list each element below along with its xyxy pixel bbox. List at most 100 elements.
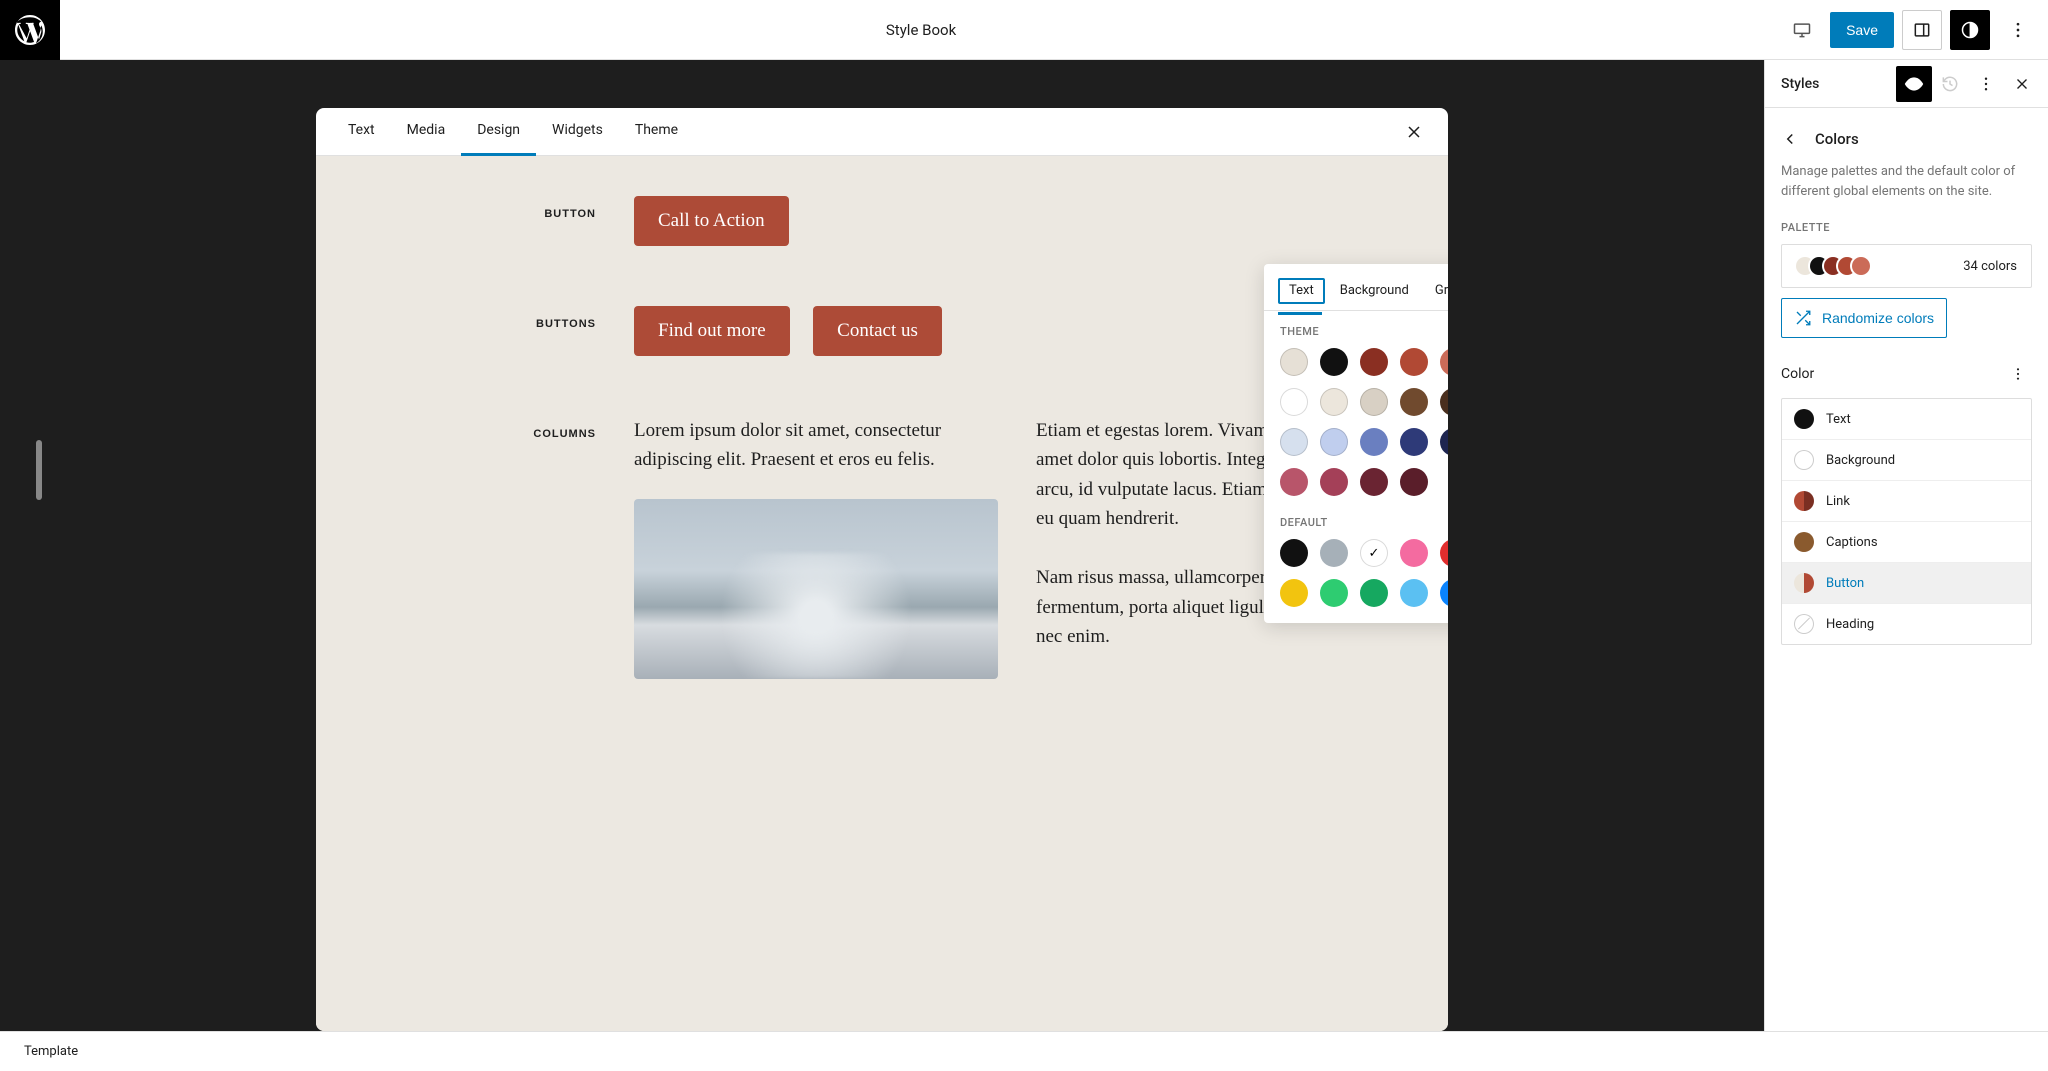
color-swatch[interactable] [1440, 428, 1448, 456]
color-swatch[interactable] [1280, 388, 1308, 416]
color-swatch[interactable] [1280, 348, 1308, 376]
palette-summary[interactable]: 34 colors [1781, 244, 2032, 288]
popover-tab-background[interactable]: Background [1329, 278, 1420, 310]
color-swatch[interactable] [1400, 388, 1428, 416]
color-swatch[interactable] [1400, 468, 1428, 496]
sidebar-more-button[interactable] [1968, 66, 2004, 102]
footer-label: Template [24, 1044, 78, 1059]
color-chip [1794, 532, 1814, 552]
color-swatch[interactable] [1360, 348, 1388, 376]
color-swatch[interactable] [1400, 428, 1428, 456]
tab-design[interactable]: Design [461, 108, 536, 156]
desktop-icon [1792, 20, 1812, 40]
color-item-heading[interactable]: Heading [1782, 604, 2031, 644]
footer-bar: Template [0, 1031, 2048, 1071]
section-label-columns: COLUMNS [364, 416, 634, 679]
color-swatch[interactable] [1280, 428, 1308, 456]
shuffle-icon [1794, 309, 1812, 327]
color-item-button[interactable]: Button [1782, 563, 2031, 604]
color-swatch[interactable] [1400, 579, 1428, 607]
color-swatch[interactable] [1280, 579, 1308, 607]
color-element-list: Text Background Link Captions Button Heading [1781, 398, 2032, 645]
color-swatch[interactable] [1440, 579, 1448, 607]
color-swatch[interactable] [1440, 388, 1448, 416]
color-swatch[interactable] [1320, 388, 1348, 416]
demo-button-contact[interactable]: Contact us [813, 306, 942, 356]
color-item-label: Link [1826, 494, 1850, 509]
color-swatch[interactable] [1360, 388, 1388, 416]
color-chip [1794, 573, 1814, 593]
color-swatch[interactable] [1320, 539, 1348, 567]
color-swatch[interactable] [1280, 539, 1308, 567]
color-chip [1794, 491, 1814, 511]
tab-text[interactable]: Text [332, 108, 391, 156]
color-swatch[interactable] [1320, 348, 1348, 376]
color-swatch[interactable] [1440, 348, 1448, 376]
close-icon [2013, 75, 2031, 93]
more-menu-button[interactable] [1998, 10, 2038, 50]
tab-theme[interactable]: Theme [619, 108, 694, 156]
color-chip [1794, 409, 1814, 429]
device-preview-button[interactable] [1782, 10, 1822, 50]
close-stylebook-button[interactable] [1396, 114, 1432, 150]
color-swatch[interactable] [1320, 579, 1348, 607]
section-label-buttons: BUTTONS [364, 306, 634, 356]
popover-tabs: Text Background Gradient [1264, 264, 1448, 311]
palette-dot [1852, 257, 1870, 275]
randomize-label: Randomize colors [1822, 310, 1934, 326]
color-item-captions[interactable]: Captions [1782, 522, 2031, 563]
color-swatch[interactable] [1440, 539, 1448, 567]
demo-button-cta[interactable]: Call to Action [634, 196, 789, 246]
eye-icon [1904, 74, 1924, 94]
history-icon [1940, 74, 1960, 94]
close-sidebar-button[interactable] [2004, 66, 2040, 102]
color-swatch[interactable] [1360, 539, 1388, 567]
wp-logo[interactable] [0, 0, 60, 60]
color-item-label: Background [1826, 453, 1895, 468]
color-swatch[interactable] [1320, 428, 1348, 456]
sidebar-toggle-button[interactable] [1902, 10, 1942, 50]
color-swatch[interactable] [1320, 468, 1348, 496]
color-item-background[interactable]: Background [1782, 440, 2031, 481]
wordpress-icon [12, 12, 48, 48]
color-item-label: Text [1826, 412, 1851, 427]
randomize-colors-button[interactable]: Randomize colors [1781, 298, 1947, 338]
tab-widgets[interactable]: Widgets [536, 108, 619, 156]
topbar-actions: Save [1782, 10, 2048, 50]
color-swatch[interactable] [1400, 348, 1428, 376]
popover-tab-gradient[interactable]: Gradient [1424, 278, 1448, 310]
color-item-text[interactable]: Text [1782, 399, 2031, 440]
stylebook-view-button[interactable] [1896, 66, 1932, 102]
color-swatch[interactable] [1400, 539, 1428, 567]
theme-swatch-grid [1280, 348, 1448, 496]
palette-count: 34 colors [1963, 259, 2017, 274]
back-button[interactable] [1775, 124, 1805, 154]
popover-tab-text[interactable]: Text [1278, 278, 1325, 304]
styles-toggle-button[interactable] [1950, 10, 1990, 50]
color-swatch[interactable] [1360, 579, 1388, 607]
scrollbar-handle[interactable] [36, 440, 42, 500]
style-book-canvas: Text Media Design Widgets Theme BUTTON C… [316, 108, 1448, 1031]
panel-icon [1912, 20, 1932, 40]
top-bar: Style Book Save [0, 0, 2048, 60]
color-section-title: Color [1781, 366, 2004, 382]
color-item-label: Heading [1826, 617, 1874, 632]
stylebook-tabs: Text Media Design Widgets Theme [316, 108, 1448, 156]
tab-media[interactable]: Media [391, 108, 462, 156]
demo-image [634, 499, 998, 679]
swatch-group-default: DEFAULT [1280, 516, 1448, 529]
chevron-left-icon [1781, 130, 1799, 148]
color-swatch[interactable] [1360, 468, 1388, 496]
color-swatch[interactable] [1360, 428, 1388, 456]
color-section-more[interactable] [2004, 360, 2032, 388]
color-item-label: Captions [1826, 535, 1878, 550]
color-swatch[interactable] [1280, 468, 1308, 496]
revisions-button[interactable] [1932, 66, 1968, 102]
kebab-icon [2010, 366, 2026, 382]
kebab-icon [1977, 75, 1995, 93]
editor-canvas-wrap: Text Media Design Widgets Theme BUTTON C… [0, 60, 1764, 1031]
color-item-link[interactable]: Link [1782, 481, 2031, 522]
color-section-header: Color [1765, 360, 2048, 398]
demo-button-findout[interactable]: Find out more [634, 306, 790, 356]
save-button[interactable]: Save [1830, 12, 1894, 48]
